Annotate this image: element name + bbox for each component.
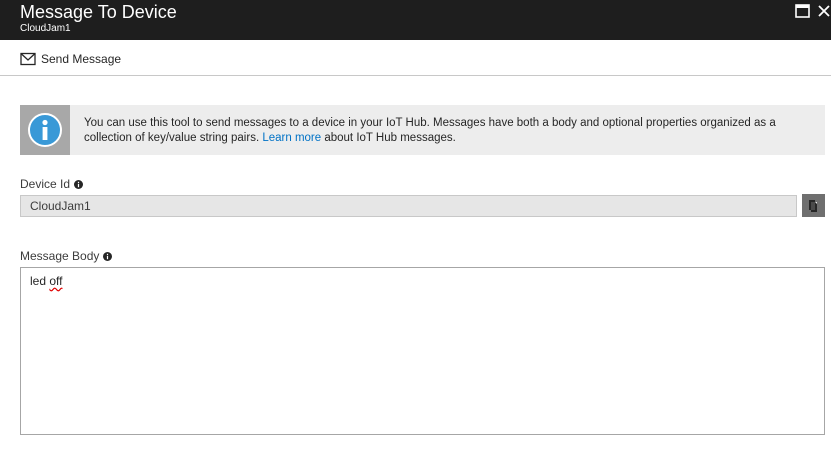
blade-subtitle: CloudJam1: [20, 23, 71, 34]
maximize-button[interactable]: [795, 4, 810, 18]
info-icon-cell: [20, 105, 70, 155]
info-tooltip-icon[interactable]: [74, 179, 84, 189]
device-id-label: Device Id: [20, 177, 84, 191]
message-body-label-text: Message Body: [20, 249, 100, 263]
close-icon: [818, 5, 830, 17]
device-id-label-text: Device Id: [20, 177, 71, 191]
send-message-label: Send Message: [41, 52, 122, 66]
copy-button[interactable]: [802, 194, 825, 217]
copy-icon: [808, 199, 817, 212]
info-text-after: about IoT Hub messages.: [321, 132, 456, 144]
message-word-off: off: [49, 274, 63, 288]
device-id-field[interactable]: [20, 195, 797, 217]
learn-more-link[interactable]: Learn more: [262, 132, 321, 144]
blade-header: Message To Device CloudJam1: [0, 0, 831, 40]
envelope-icon: [20, 52, 36, 66]
maximize-icon: [795, 4, 810, 18]
blade-title: Message To Device: [20, 2, 177, 22]
message-body-textarea[interactable]: led off: [20, 267, 825, 435]
info-banner: You can use this tool to send messages t…: [20, 105, 825, 155]
info-text: You can use this tool to send messages t…: [70, 105, 825, 155]
info-icon: [28, 113, 62, 147]
send-message-button[interactable]: Send Message: [20, 50, 121, 68]
close-button[interactable]: [816, 3, 831, 19]
command-bar: Send Message: [0, 40, 831, 76]
message-word-led: led: [30, 274, 47, 288]
message-body-label: Message Body: [20, 249, 113, 263]
info-tooltip-icon[interactable]: [103, 251, 113, 261]
